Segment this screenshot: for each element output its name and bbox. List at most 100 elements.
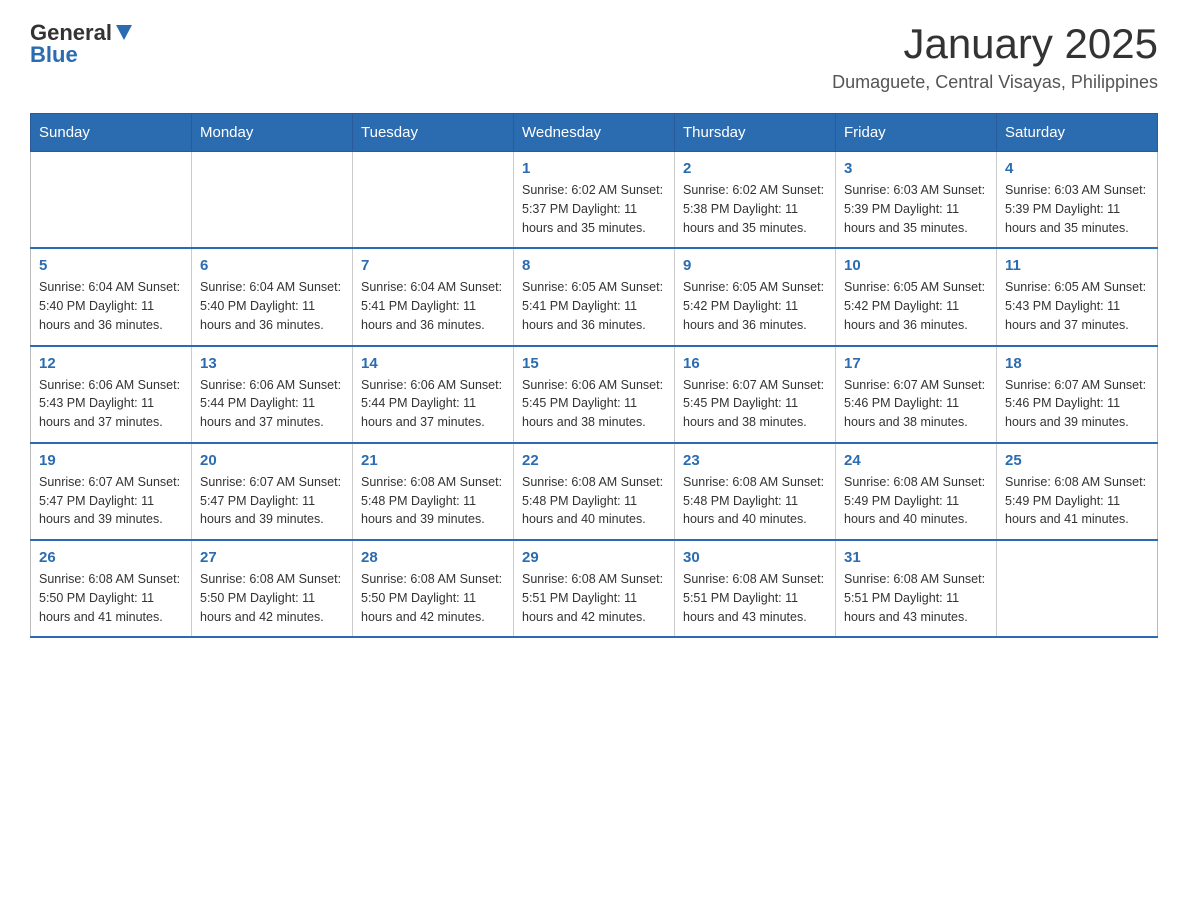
- day-info: Sunrise: 6:04 AM Sunset: 5:40 PM Dayligh…: [39, 278, 183, 334]
- day-info: Sunrise: 6:08 AM Sunset: 5:49 PM Dayligh…: [1005, 473, 1149, 529]
- calendar-cell: 19 Sunrise: 6:07 AM Sunset: 5:47 PM Dayli…: [31, 443, 192, 540]
- calendar-week-row: 12 Sunrise: 6:06 AM Sunset: 5:43 PM Dayli…: [31, 346, 1158, 443]
- calendar-cell: 29 Sunrise: 6:08 AM Sunset: 5:51 PM Dayli…: [514, 540, 675, 637]
- calendar-cell: [31, 152, 192, 249]
- day-number: 22: [522, 452, 666, 469]
- day-info: Sunrise: 6:05 AM Sunset: 5:43 PM Dayligh…: [1005, 278, 1149, 334]
- day-number: 21: [361, 452, 505, 469]
- day-number: 23: [683, 452, 827, 469]
- day-info: Sunrise: 6:02 AM Sunset: 5:37 PM Dayligh…: [522, 181, 666, 237]
- day-info: Sunrise: 6:03 AM Sunset: 5:39 PM Dayligh…: [1005, 181, 1149, 237]
- day-number: 13: [200, 355, 344, 372]
- calendar-cell: 27Sunrise: 6:08 AM Sunset: 5:50 PM Dayli…: [192, 540, 353, 637]
- day-number: 8: [522, 257, 666, 274]
- calendar-cell: 4 Sunrise: 6:03 AM Sunset: 5:39 PM Daylig…: [997, 152, 1158, 249]
- calendar-cell: 15Sunrise: 6:06 AM Sunset: 5:45 PM Dayli…: [514, 346, 675, 443]
- calendar-cell: 31Sunrise: 6:08 AM Sunset: 5:51 PM Dayli…: [836, 540, 997, 637]
- day-info: Sunrise: 6:05 AM Sunset: 5:41 PM Dayligh…: [522, 278, 666, 334]
- calendar-cell: 7 Sunrise: 6:04 AM Sunset: 5:41 PM Daylig…: [353, 248, 514, 345]
- calendar-cell: 20 Sunrise: 6:07 AM Sunset: 5:47 PM Dayli…: [192, 443, 353, 540]
- calendar-cell: 12 Sunrise: 6:06 AM Sunset: 5:43 PM Dayli…: [31, 346, 192, 443]
- day-info: Sunrise: 6:04 AM Sunset: 5:40 PM Dayligh…: [200, 278, 344, 334]
- day-number: 2: [683, 160, 827, 177]
- day-info: Sunrise: 6:08 AM Sunset: 5:48 PM Dayligh…: [683, 473, 827, 529]
- calendar-cell: [997, 540, 1158, 637]
- day-number: 26: [39, 549, 183, 566]
- day-info: Sunrise: 6:08 AM Sunset: 5:48 PM Dayligh…: [361, 473, 505, 529]
- calendar-cell: 10 Sunrise: 6:05 AM Sunset: 5:42 PM Dayli…: [836, 248, 997, 345]
- day-info: Sunrise: 6:08 AM Sunset: 5:50 PM Dayligh…: [39, 570, 183, 626]
- calendar-cell: 24Sunrise: 6:08 AM Sunset: 5:49 PM Dayli…: [836, 443, 997, 540]
- header-area: General Blue January 2025 Dumaguete, Cen…: [30, 20, 1158, 93]
- calendar-cell: 11 Sunrise: 6:05 AM Sunset: 5:43 PM Dayli…: [997, 248, 1158, 345]
- calendar-cell: 1Sunrise: 6:02 AM Sunset: 5:37 PM Daylig…: [514, 152, 675, 249]
- column-header-wednesday: Wednesday: [514, 114, 675, 152]
- day-number: 9: [683, 257, 827, 274]
- calendar-cell: [353, 152, 514, 249]
- title-area: January 2025 Dumaguete, Central Visayas,…: [832, 20, 1158, 93]
- logo-triangle-icon: [114, 22, 134, 42]
- day-number: 24: [844, 452, 988, 469]
- calendar-cell: 21 Sunrise: 6:08 AM Sunset: 5:48 PM Dayli…: [353, 443, 514, 540]
- day-number: 7: [361, 257, 505, 274]
- calendar-cell: [192, 152, 353, 249]
- day-info: Sunrise: 6:08 AM Sunset: 5:48 PM Dayligh…: [522, 473, 666, 529]
- day-number: 6: [200, 257, 344, 274]
- day-number: 5: [39, 257, 183, 274]
- logo-text-blue: Blue: [30, 42, 78, 68]
- day-info: Sunrise: 6:06 AM Sunset: 5:45 PM Dayligh…: [522, 376, 666, 432]
- calendar-cell: 5 Sunrise: 6:04 AM Sunset: 5:40 PM Daylig…: [31, 248, 192, 345]
- day-info: Sunrise: 6:02 AM Sunset: 5:38 PM Dayligh…: [683, 181, 827, 237]
- column-header-sunday: Sunday: [31, 114, 192, 152]
- calendar-cell: 18Sunrise: 6:07 AM Sunset: 5:46 PM Dayli…: [997, 346, 1158, 443]
- calendar-cell: 25Sunrise: 6:08 AM Sunset: 5:49 PM Dayli…: [997, 443, 1158, 540]
- day-number: 30: [683, 549, 827, 566]
- day-number: 17: [844, 355, 988, 372]
- calendar-cell: 3 Sunrise: 6:03 AM Sunset: 5:39 PM Daylig…: [836, 152, 997, 249]
- day-number: 10: [844, 257, 988, 274]
- day-number: 3: [844, 160, 988, 177]
- day-info: Sunrise: 6:08 AM Sunset: 5:51 PM Dayligh…: [522, 570, 666, 626]
- calendar-cell: 16 Sunrise: 6:07 AM Sunset: 5:45 PM Dayli…: [675, 346, 836, 443]
- day-number: 11: [1005, 257, 1149, 274]
- column-header-friday: Friday: [836, 114, 997, 152]
- day-info: Sunrise: 6:05 AM Sunset: 5:42 PM Dayligh…: [683, 278, 827, 334]
- day-info: Sunrise: 6:07 AM Sunset: 5:45 PM Dayligh…: [683, 376, 827, 432]
- calendar-cell: 14Sunrise: 6:06 AM Sunset: 5:44 PM Dayli…: [353, 346, 514, 443]
- calendar-week-row: 5 Sunrise: 6:04 AM Sunset: 5:40 PM Daylig…: [31, 248, 1158, 345]
- subtitle: Dumaguete, Central Visayas, Philippines: [832, 72, 1158, 93]
- day-info: Sunrise: 6:04 AM Sunset: 5:41 PM Dayligh…: [361, 278, 505, 334]
- day-info: Sunrise: 6:08 AM Sunset: 5:51 PM Dayligh…: [683, 570, 827, 626]
- day-number: 12: [39, 355, 183, 372]
- column-header-monday: Monday: [192, 114, 353, 152]
- day-number: 16: [683, 355, 827, 372]
- calendar-cell: 8 Sunrise: 6:05 AM Sunset: 5:41 PM Daylig…: [514, 248, 675, 345]
- column-header-saturday: Saturday: [997, 114, 1158, 152]
- calendar-cell: 13 Sunrise: 6:06 AM Sunset: 5:44 PM Dayli…: [192, 346, 353, 443]
- calendar-week-row: 26 Sunrise: 6:08 AM Sunset: 5:50 PM Dayli…: [31, 540, 1158, 637]
- day-info: Sunrise: 6:03 AM Sunset: 5:39 PM Dayligh…: [844, 181, 988, 237]
- column-header-tuesday: Tuesday: [353, 114, 514, 152]
- day-info: Sunrise: 6:07 AM Sunset: 5:47 PM Dayligh…: [39, 473, 183, 529]
- calendar-cell: 17Sunrise: 6:07 AM Sunset: 5:46 PM Dayli…: [836, 346, 997, 443]
- day-info: Sunrise: 6:08 AM Sunset: 5:50 PM Dayligh…: [200, 570, 344, 626]
- day-info: Sunrise: 6:06 AM Sunset: 5:43 PM Dayligh…: [39, 376, 183, 432]
- day-number: 20: [200, 452, 344, 469]
- logo: General Blue: [30, 20, 134, 68]
- day-number: 19: [39, 452, 183, 469]
- calendar-header-row: SundayMondayTuesdayWednesdayThursdayFrid…: [31, 114, 1158, 152]
- calendar-week-row: 1Sunrise: 6:02 AM Sunset: 5:37 PM Daylig…: [31, 152, 1158, 249]
- day-info: Sunrise: 6:06 AM Sunset: 5:44 PM Dayligh…: [200, 376, 344, 432]
- calendar-cell: 26 Sunrise: 6:08 AM Sunset: 5:50 PM Dayli…: [31, 540, 192, 637]
- day-number: 4: [1005, 160, 1149, 177]
- calendar-week-row: 19 Sunrise: 6:07 AM Sunset: 5:47 PM Dayli…: [31, 443, 1158, 540]
- day-info: Sunrise: 6:05 AM Sunset: 5:42 PM Dayligh…: [844, 278, 988, 334]
- day-number: 18: [1005, 355, 1149, 372]
- column-header-thursday: Thursday: [675, 114, 836, 152]
- day-info: Sunrise: 6:08 AM Sunset: 5:50 PM Dayligh…: [361, 570, 505, 626]
- main-title: January 2025: [832, 20, 1158, 68]
- calendar-cell: 22 Sunrise: 6:08 AM Sunset: 5:48 PM Dayli…: [514, 443, 675, 540]
- day-number: 29: [522, 549, 666, 566]
- day-number: 14: [361, 355, 505, 372]
- day-info: Sunrise: 6:07 AM Sunset: 5:47 PM Dayligh…: [200, 473, 344, 529]
